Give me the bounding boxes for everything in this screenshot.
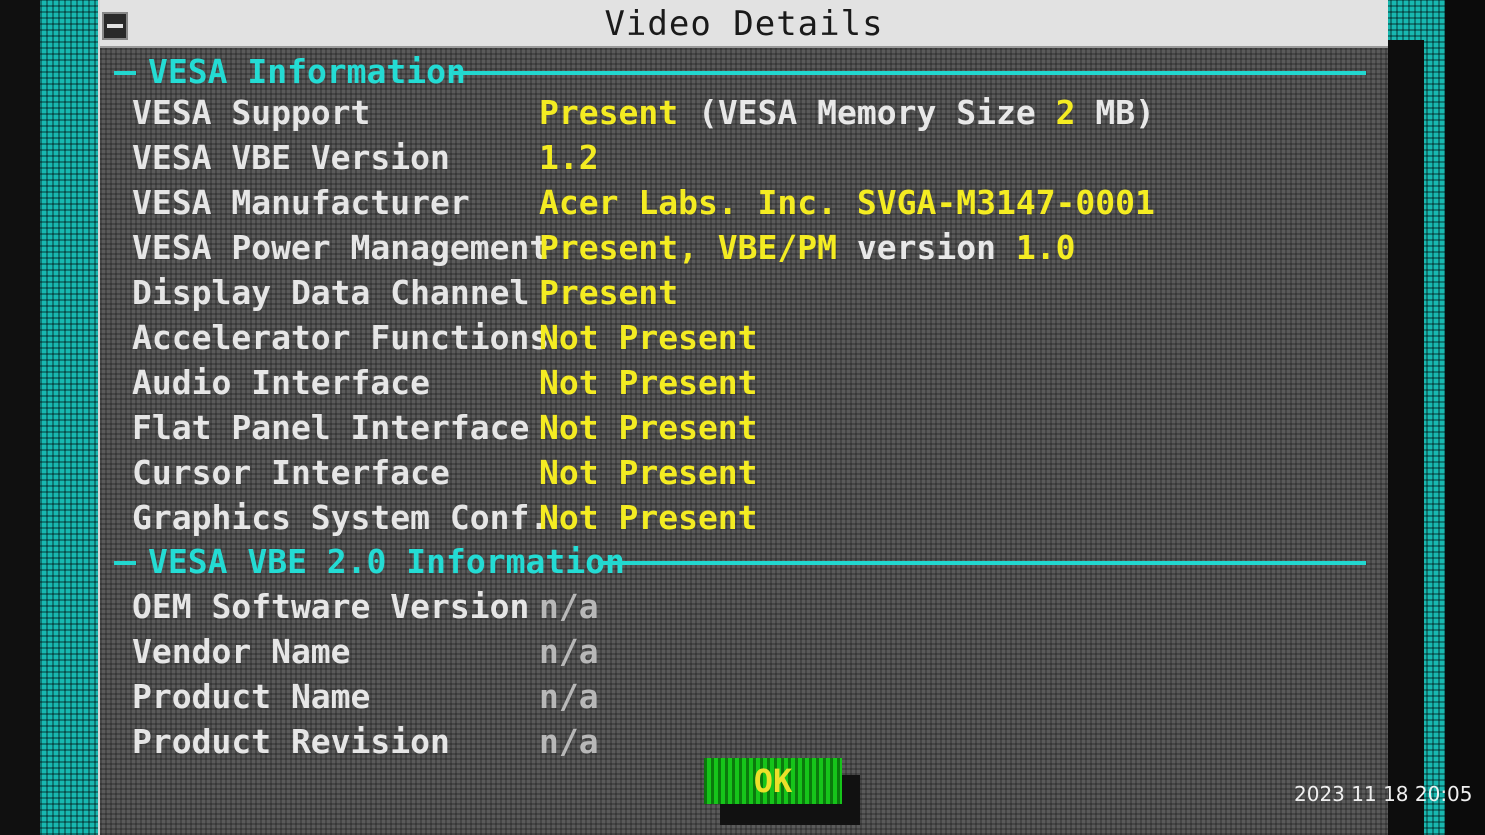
row-oem-software-version: OEM Software Version n/a [132,587,1362,629]
row-display-data-channel: Display Data Channel Present [132,273,1362,315]
section-divider [114,561,136,565]
field-value: n/a [539,587,599,626]
field-label: Graphics System Conf. [132,498,550,537]
section-divider [452,71,1366,75]
field-label: VESA Manufacturer [132,183,470,222]
row-vesa-support: VESA Support Present (VESA Memory Size 2… [132,93,1362,135]
section-title: VESA Information [148,52,466,91]
section-divider [598,561,1366,565]
row-graphics-system-conf: Graphics System Conf. Not Present [132,498,1362,540]
row-accelerator-functions: Accelerator Functions Not Present [132,318,1362,360]
field-value: Not Present [539,318,758,357]
field-value: Not Present [539,498,758,537]
section-title: VESA VBE 2.0 Information [148,542,625,581]
vbe2-information-header: VESA VBE 2.0 Information [114,542,1374,582]
field-label: VESA Power Management [132,228,550,267]
field-label: Display Data Channel [132,273,530,312]
vesa-information-header: VESA Information [114,52,1374,92]
field-value: Present, VBE/PM version 1.0 [539,228,1076,267]
row-vendor-name: Vendor Name n/a [132,632,1362,674]
field-value: Present [539,273,679,312]
field-value: Not Present [539,408,758,447]
field-value: Not Present [539,363,758,402]
row-cursor-interface: Cursor Interface Not Present [132,453,1362,495]
field-value: n/a [539,677,599,716]
field-label: Cursor Interface [132,453,450,492]
section-divider [114,71,136,75]
field-value: n/a [539,632,599,671]
field-label: VESA VBE Version [132,138,450,177]
field-value: n/a [539,722,599,761]
photo-timestamp: 2023 11 18 20:05 [1294,782,1473,806]
row-manufacturer: VESA Manufacturer Acer Labs. Inc. SVGA-M… [132,183,1362,225]
row-product-name: Product Name n/a [132,677,1362,719]
field-value: 1.2 [539,138,599,177]
field-label: Accelerator Functions [132,318,550,357]
row-vbe-version: VESA VBE Version 1.2 [132,138,1362,180]
field-label: Vendor Name [132,632,351,671]
title-bar: Video Details [100,0,1388,48]
dialog-shadow [1386,40,1424,835]
field-label: OEM Software Version [132,587,530,626]
window-title: Video Details [604,4,884,44]
field-label: Product Name [132,677,371,716]
field-label: Flat Panel Interface [132,408,530,447]
field-value: Present (VESA Memory Size 2 MB) [539,93,1155,132]
video-details-dialog: Video Details VESA Information VESA Supp… [98,0,1388,835]
row-power-management: VESA Power Management Present, VBE/PM ve… [132,228,1362,270]
row-audio-interface: Audio Interface Not Present [132,363,1362,405]
field-label: VESA Support [132,93,371,132]
field-value: Acer Labs. Inc. SVGA-M3147-0001 [539,183,1155,222]
field-label: Product Revision [132,722,450,761]
field-value: Not Present [539,453,758,492]
field-label: Audio Interface [132,363,431,402]
row-flat-panel-interface: Flat Panel Interface Not Present [132,408,1362,450]
ok-button[interactable]: OK [704,758,842,804]
